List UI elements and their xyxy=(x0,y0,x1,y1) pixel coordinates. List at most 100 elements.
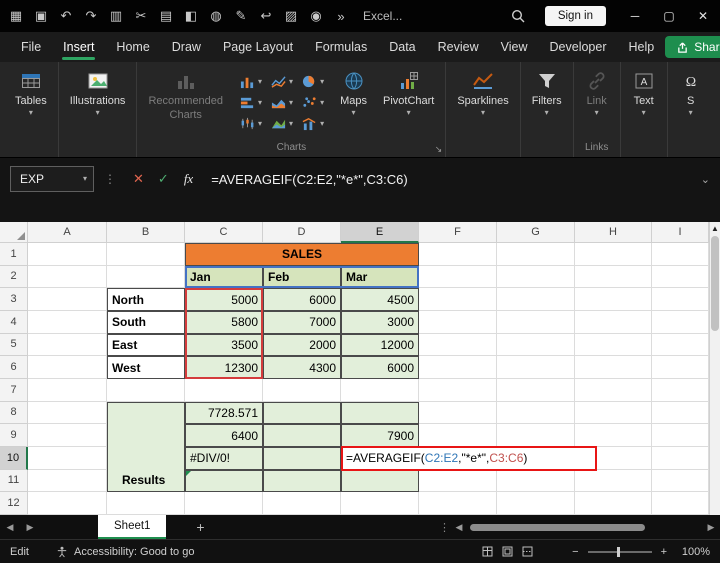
cell-C5[interactable]: 3500 xyxy=(185,334,263,357)
tab-insert[interactable]: Insert xyxy=(52,32,105,62)
cancel-icon[interactable]: ✕ xyxy=(133,171,144,187)
insert-column-chart-button[interactable] xyxy=(239,74,262,89)
pivotchart-button[interactable]: PivotChart xyxy=(375,66,442,120)
cell-D6[interactable]: 4300 xyxy=(263,356,341,379)
cell-I2[interactable] xyxy=(652,266,709,289)
cell-I4[interactable] xyxy=(652,311,709,334)
tab-formulas[interactable]: Formulas xyxy=(304,32,378,62)
sheet-nav-right-icon[interactable]: ▶ xyxy=(20,522,40,533)
cell-D3[interactable]: 6000 xyxy=(263,288,341,311)
cell-F7[interactable] xyxy=(419,379,497,402)
cell-B8[interactable]: Results xyxy=(107,402,185,493)
cell-I12[interactable] xyxy=(652,492,709,515)
cell-I1[interactable] xyxy=(652,243,709,266)
cell-H8[interactable] xyxy=(575,402,652,425)
paste-icon[interactable]: ▨ xyxy=(283,8,299,24)
cell-E4[interactable]: 3000 xyxy=(341,311,419,334)
row-header-5[interactable]: 5 xyxy=(0,334,28,357)
copy-icon[interactable]: ▥ xyxy=(108,8,124,24)
cell-I6[interactable] xyxy=(652,356,709,379)
cell-I5[interactable] xyxy=(652,334,709,357)
hscroll-left-icon[interactable]: ◀ xyxy=(450,522,468,533)
zoom-out-button[interactable]: − xyxy=(572,546,578,558)
cell-I7[interactable] xyxy=(652,379,709,402)
active-cell-E10[interactable]: =AVERAGEIF(C2:E2,"*e*",C3:C6) xyxy=(341,446,597,471)
cell-G7[interactable] xyxy=(497,379,575,402)
restore-button[interactable]: ▢ xyxy=(652,9,686,23)
cell-A7[interactable] xyxy=(28,379,107,402)
col-header-E[interactable]: E xyxy=(341,222,419,243)
tab-bar-dots-icon[interactable]: ⋮ xyxy=(439,521,450,534)
name-box[interactable]: EXP xyxy=(10,166,94,192)
cell-F11[interactable] xyxy=(419,470,497,493)
cell-A11[interactable] xyxy=(28,470,107,493)
app-grid-icon[interactable]: ▦ xyxy=(8,8,24,24)
cell-C3[interactable]: 5000 xyxy=(185,288,263,311)
insert-function-icon[interactable]: fx xyxy=(184,171,193,187)
col-header-H[interactable]: H xyxy=(575,222,652,243)
cell-E5[interactable]: 12000 xyxy=(341,334,419,357)
row-header-2[interactable]: 2 xyxy=(0,266,28,289)
insert-stock-chart-button[interactable] xyxy=(239,116,262,131)
cell-G9[interactable] xyxy=(497,424,575,447)
new-sheet-button[interactable]: + xyxy=(190,519,210,535)
cell-G12[interactable] xyxy=(497,492,575,515)
cell-I3[interactable] xyxy=(652,288,709,311)
minimize-button[interactable]: ─ xyxy=(618,9,652,23)
cell-F2[interactable] xyxy=(419,266,497,289)
search-icon[interactable] xyxy=(511,9,525,23)
cell-G8[interactable] xyxy=(497,402,575,425)
cell-B6[interactable]: West xyxy=(107,356,185,379)
insert-scatter-chart-button[interactable] xyxy=(301,95,324,110)
tab-page-layout[interactable]: Page Layout xyxy=(212,32,304,62)
row-header-8[interactable]: 8 xyxy=(0,402,28,425)
cell-D8[interactable] xyxy=(263,402,341,425)
cell-A1[interactable] xyxy=(28,243,107,266)
tab-file[interactable]: File xyxy=(10,32,52,62)
cell-H9[interactable] xyxy=(575,424,652,447)
cell-H2[interactable] xyxy=(575,266,652,289)
cell-B1[interactable] xyxy=(107,243,185,266)
cell-D2[interactable]: Feb xyxy=(263,266,341,289)
cell-E3[interactable]: 4500 xyxy=(341,288,419,311)
sparklines-button[interactable]: Sparklines xyxy=(449,66,516,120)
cell-H5[interactable] xyxy=(575,334,652,357)
insert-line-chart-button[interactable] xyxy=(270,74,293,89)
cell-H4[interactable] xyxy=(575,311,652,334)
redo-icon[interactable]: ↷ xyxy=(83,8,99,24)
cell-C8[interactable]: 7728.571 xyxy=(185,402,263,425)
name-box-chevron-icon[interactable] xyxy=(83,175,87,183)
cell-H7[interactable] xyxy=(575,379,652,402)
normal-view-icon[interactable] xyxy=(482,546,493,557)
sheet-nav-left-icon[interactable]: ◀ xyxy=(0,522,20,533)
cell-F1[interactable] xyxy=(419,243,497,266)
row-header-11[interactable]: 11 xyxy=(0,470,28,493)
cell-F6[interactable] xyxy=(419,356,497,379)
cell-A9[interactable] xyxy=(28,424,107,447)
cell-A5[interactable] xyxy=(28,334,107,357)
sheet-tab-sheet1[interactable]: Sheet1 xyxy=(98,515,166,539)
accessibility-checker[interactable]: Accessibility: Good to go xyxy=(56,546,194,558)
cell-H6[interactable] xyxy=(575,356,652,379)
illustrations-button[interactable]: Illustrations xyxy=(62,66,134,120)
cell-A3[interactable] xyxy=(28,288,107,311)
symbols-button[interactable]: Ω S xyxy=(671,66,711,120)
cell-H11[interactable] xyxy=(575,470,652,493)
cell-B7[interactable] xyxy=(107,379,185,402)
recommended-charts-button[interactable]: Recommended Charts xyxy=(140,66,231,124)
cell-E2[interactable]: Mar xyxy=(341,266,419,289)
maps-button[interactable]: Maps xyxy=(332,66,375,120)
globe-icon[interactable]: ◍ xyxy=(208,8,224,24)
cell-E6[interactable]: 6000 xyxy=(341,356,419,379)
cell-I11[interactable] xyxy=(652,470,709,493)
cell-A8[interactable] xyxy=(28,402,107,425)
cell-F3[interactable] xyxy=(419,288,497,311)
camera-icon[interactable]: ◉ xyxy=(308,8,324,24)
zoom-slider-thumb[interactable] xyxy=(617,547,620,557)
cell-D11[interactable] xyxy=(263,470,341,493)
cell-C4[interactable]: 5800 xyxy=(185,311,263,334)
col-header-D[interactable]: D xyxy=(263,222,341,243)
cell-F5[interactable] xyxy=(419,334,497,357)
cell-F4[interactable] xyxy=(419,311,497,334)
cell-I9[interactable] xyxy=(652,424,709,447)
